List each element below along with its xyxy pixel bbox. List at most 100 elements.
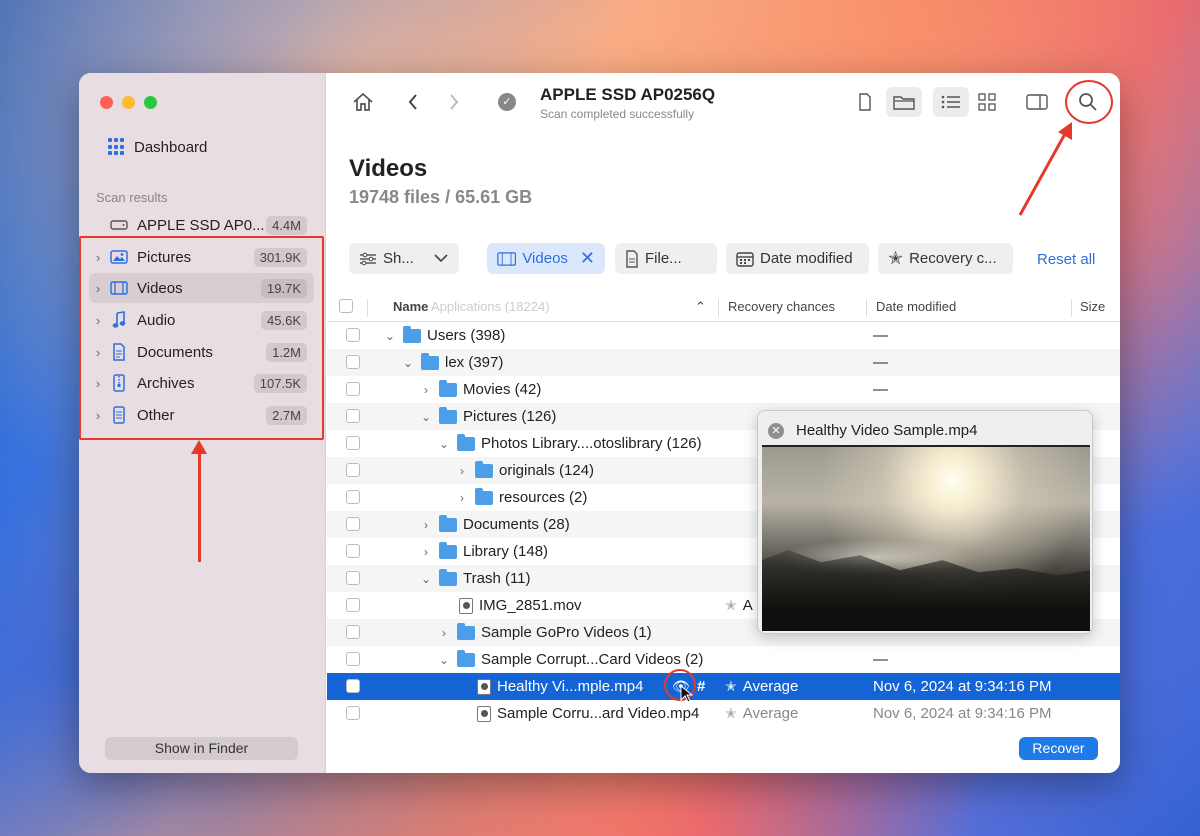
videos-filter-chip[interactable]: Videos ✕ xyxy=(487,243,605,274)
row-date: — xyxy=(873,381,888,398)
file-filter[interactable]: File... xyxy=(615,243,717,274)
show-filter-label: Sh... xyxy=(383,250,414,267)
row-checkbox[interactable] xyxy=(346,706,360,720)
annotation-circle-search xyxy=(1065,80,1113,124)
table-row[interactable]: Sample Corru...ard Video.mp4 ✭ Average No… xyxy=(327,700,1120,727)
page-title: Videos xyxy=(349,155,428,182)
sort-chevron-icon[interactable]: ⌃ xyxy=(695,299,706,315)
recover-button[interactable]: Recover xyxy=(1019,737,1098,760)
recovery-chances-filter[interactable]: ✭ Recovery c... xyxy=(878,243,1013,274)
table-row[interactable]: ⌄ Sample Corrupt...Card Videos (2) — xyxy=(327,646,1120,673)
size-column-header[interactable]: Size xyxy=(1080,299,1105,314)
reset-all-link[interactable]: Reset all xyxy=(1037,251,1095,268)
table-row[interactable]: › Movies (42) — xyxy=(327,376,1120,403)
video-file-icon xyxy=(459,597,473,614)
folder-icon xyxy=(439,541,457,559)
grid-view-button[interactable] xyxy=(969,87,1005,117)
row-name: Sample Corrupt...Card Videos (2) xyxy=(481,651,704,668)
chevron-right-icon[interactable]: › xyxy=(419,518,433,532)
row-checkbox[interactable] xyxy=(346,328,360,342)
show-in-finder-button[interactable]: Show in Finder xyxy=(105,737,298,760)
table-row-selected[interactable]: Healthy Vi...mple.mp4 👁 # ✭ Average Nov 6… xyxy=(327,673,1120,700)
name-column-header[interactable]: Name xyxy=(393,299,428,314)
row-checkbox[interactable] xyxy=(346,355,360,369)
row-recovery: Average xyxy=(742,705,799,722)
row-checkbox[interactable] xyxy=(346,490,360,504)
minimize-window-button[interactable] xyxy=(122,96,135,109)
grid-icon xyxy=(108,138,126,156)
table-row[interactable]: ⌄ lex (397) — xyxy=(327,349,1120,376)
close-icon[interactable]: ✕ xyxy=(768,423,784,439)
row-name: Library (148) xyxy=(463,543,549,560)
preview-title: Healthy Video Sample.mp4 xyxy=(796,422,978,439)
window-controls xyxy=(100,96,157,109)
forward-button[interactable] xyxy=(444,89,464,115)
chevron-down-icon[interactable]: ⌄ xyxy=(419,572,433,586)
drive-title: APPLE SSD AP0256Q xyxy=(540,85,716,104)
folder-icon xyxy=(475,487,493,505)
table-row[interactable]: ⌄ Users (398) — xyxy=(327,322,1120,349)
chevron-down-icon[interactable]: ⌄ xyxy=(383,329,397,343)
row-checkbox[interactable] xyxy=(346,598,360,612)
close-window-button[interactable] xyxy=(100,96,113,109)
row-checkbox[interactable] xyxy=(346,463,360,477)
preview-panel-button[interactable] xyxy=(1019,87,1055,117)
chevron-right-icon xyxy=(450,94,459,110)
file-filter-label: File... xyxy=(645,250,682,267)
chevron-right-icon[interactable]: › xyxy=(437,626,451,640)
dashboard-link[interactable]: Dashboard xyxy=(108,138,207,156)
film-icon xyxy=(497,251,517,266)
row-checkbox[interactable] xyxy=(346,517,360,531)
row-checkbox[interactable] xyxy=(346,571,360,585)
dashboard-label: Dashboard xyxy=(134,138,208,156)
video-file-icon xyxy=(477,678,491,695)
drive-icon xyxy=(107,219,131,231)
remove-filter-icon[interactable]: ✕ xyxy=(580,248,595,269)
row-checkbox[interactable] xyxy=(346,544,360,558)
chevron-right-icon[interactable]: › xyxy=(455,464,469,478)
list-icon xyxy=(941,95,960,109)
home-icon xyxy=(353,92,373,111)
star-icon: ✭ xyxy=(725,597,737,613)
row-name: lex (397) xyxy=(445,354,504,371)
chevron-right-icon[interactable]: › xyxy=(419,383,433,397)
file-view-button[interactable] xyxy=(847,87,883,117)
select-all-checkbox[interactable] xyxy=(339,299,353,313)
folder-view-button[interactable] xyxy=(886,87,922,117)
row-checkbox[interactable] xyxy=(346,679,360,693)
row-checkbox[interactable] xyxy=(346,625,360,639)
chevron-down-icon[interactable]: ⌄ xyxy=(437,653,451,667)
row-checkbox[interactable] xyxy=(346,409,360,423)
date-modified-filter[interactable]: Date modified xyxy=(726,243,869,274)
chevron-left-icon xyxy=(408,94,417,110)
checkmark-icon: ✓ xyxy=(498,93,516,111)
row-name: Pictures (126) xyxy=(463,408,557,425)
hash-icon[interactable]: # xyxy=(697,678,705,695)
back-button[interactable] xyxy=(403,89,423,115)
document-icon xyxy=(859,93,871,111)
row-name: Trash (11) xyxy=(463,570,531,587)
row-name: Movies (42) xyxy=(463,381,542,398)
chevron-right-icon[interactable]: › xyxy=(419,545,433,559)
home-button[interactable] xyxy=(349,89,377,115)
row-name: Sample GoPro Videos (1) xyxy=(481,624,652,641)
list-view-button[interactable] xyxy=(933,87,969,117)
calendar-icon xyxy=(736,251,754,267)
date-column-header[interactable]: Date modified xyxy=(876,299,956,314)
show-filter[interactable]: Sh... xyxy=(349,243,459,274)
videos-filter-label: Videos xyxy=(522,250,568,267)
chevron-down-icon[interactable]: ⌄ xyxy=(419,410,433,424)
row-checkbox[interactable] xyxy=(346,652,360,666)
folder-icon xyxy=(457,622,475,640)
row-name: Users (398) xyxy=(427,327,506,344)
row-date: Nov 6, 2024 at 9:34:16 PM xyxy=(873,678,1052,695)
sliders-icon xyxy=(360,252,376,265)
row-checkbox[interactable] xyxy=(346,382,360,396)
chevron-down-icon[interactable]: ⌄ xyxy=(401,356,415,370)
row-checkbox[interactable] xyxy=(346,436,360,450)
chevron-right-icon[interactable]: › xyxy=(455,491,469,505)
folder-icon xyxy=(439,568,457,586)
recovery-column-header[interactable]: Recovery chances xyxy=(728,299,835,314)
zoom-window-button[interactable] xyxy=(144,96,157,109)
chevron-down-icon[interactable]: ⌄ xyxy=(437,437,451,451)
